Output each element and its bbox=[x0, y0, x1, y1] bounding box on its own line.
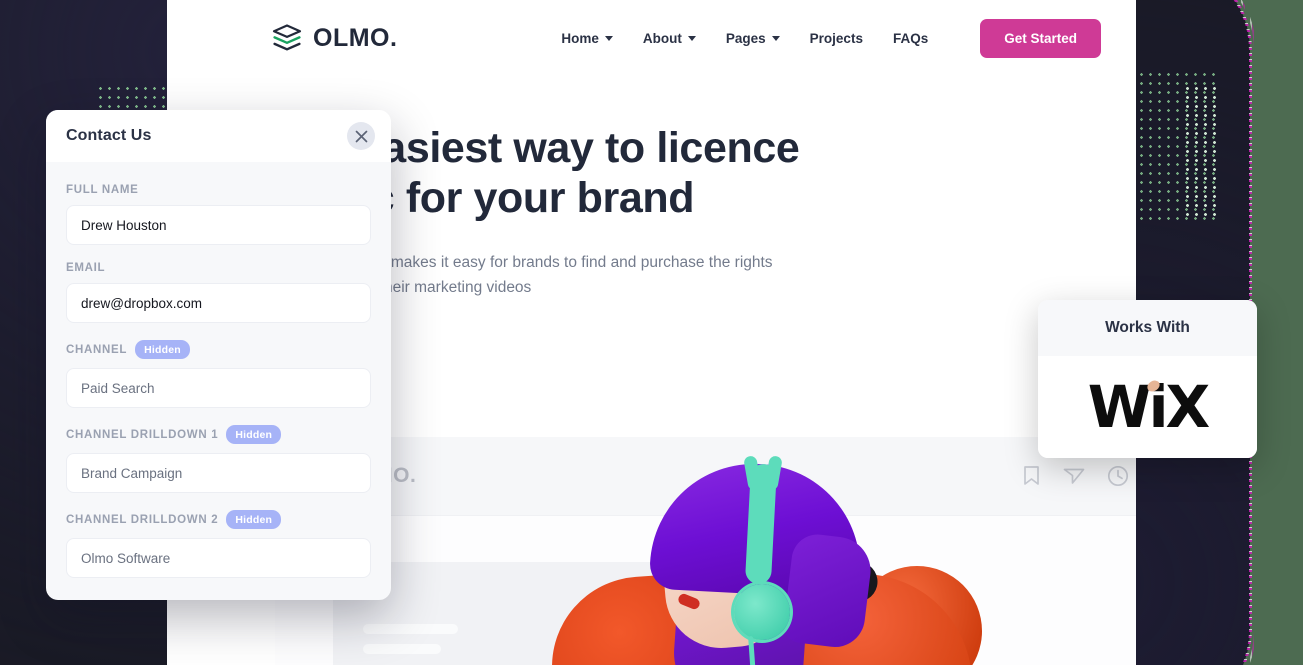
chevron-down-icon bbox=[604, 35, 613, 41]
mockup-placeholder-bar bbox=[363, 624, 458, 634]
nav-link-faqs[interactable]: FAQs bbox=[893, 31, 928, 46]
modal-title: Contact Us bbox=[66, 127, 152, 144]
full-name-label: FULL NAME bbox=[66, 184, 139, 196]
channel-drilldown-2-label: CHANNEL DRILLDOWN 2 bbox=[66, 513, 219, 526]
nav-link-about-label: About bbox=[642, 30, 682, 46]
field-label-row: CHANNEL DRILLDOWN 2 Hidden bbox=[66, 510, 371, 529]
full-name-input[interactable] bbox=[66, 205, 371, 245]
channel-input[interactable] bbox=[66, 368, 371, 408]
channel-label: CHANNEL bbox=[66, 343, 128, 356]
brand-name: OLMO. bbox=[313, 23, 398, 52]
bookmark-icon[interactable] bbox=[1022, 465, 1041, 486]
stacked-layers-icon bbox=[272, 24, 302, 51]
hidden-badge: Hidden bbox=[226, 510, 282, 529]
email-label: EMAIL bbox=[66, 262, 106, 274]
clock-icon[interactable] bbox=[1107, 465, 1129, 487]
nav-link-pages-label: Pages bbox=[725, 30, 766, 46]
nav-link-pages[interactable]: Pages bbox=[726, 31, 780, 46]
navbar: OLMO. Home About Pages Projects FAQs Get… bbox=[167, 0, 1136, 76]
close-icon bbox=[355, 130, 367, 142]
nav-link-home-label: Home bbox=[561, 30, 599, 46]
form-field-full-name: FULL NAME bbox=[66, 184, 371, 245]
channel-drilldown-1-label: CHANNEL DRILLDOWN 1 bbox=[66, 428, 219, 441]
send-icon[interactable] bbox=[1063, 465, 1085, 486]
hidden-badge: Hidden bbox=[226, 425, 282, 444]
channel-drilldown-2-input[interactable] bbox=[66, 538, 371, 578]
mockup-placeholder-bar bbox=[363, 644, 441, 654]
hidden-badge: Hidden bbox=[135, 340, 190, 359]
nav-link-home[interactable]: Home bbox=[561, 31, 613, 46]
photo-beanie-cuff bbox=[781, 531, 875, 651]
wix-logo: WiX bbox=[1088, 378, 1211, 436]
form-field-channel-drilldown-2: CHANNEL DRILLDOWN 2 Hidden bbox=[66, 510, 371, 578]
works-with-logo: WiX bbox=[1038, 356, 1257, 458]
modal-header: Contact Us bbox=[46, 110, 391, 162]
modal-body: FULL NAME EMAIL CHANNEL Hidden CHA bbox=[46, 162, 391, 600]
chevron-down-icon bbox=[687, 35, 696, 41]
brand-logo[interactable]: OLMO. bbox=[272, 24, 397, 53]
works-with-title: Works With bbox=[1038, 300, 1257, 356]
field-label-row: CHANNEL DRILLDOWN 1 Hidden bbox=[66, 425, 371, 444]
field-label-row: CHANNEL Hidden bbox=[66, 340, 371, 359]
mockup-toolbar-icons bbox=[1022, 465, 1129, 487]
channel-drilldown-1-input[interactable] bbox=[66, 453, 371, 493]
screenshot-stage: OLMO. Home About Pages Projects FAQs Get… bbox=[0, 0, 1303, 665]
hero-photo bbox=[545, 455, 982, 665]
form-field-channel: CHANNEL Hidden bbox=[66, 340, 371, 408]
field-label-row: FULL NAME bbox=[66, 184, 371, 196]
form-field-email: EMAIL bbox=[66, 262, 371, 323]
works-with-card: Works With WiX bbox=[1038, 300, 1257, 458]
email-input[interactable] bbox=[66, 283, 371, 323]
get-started-button[interactable]: Get Started bbox=[980, 18, 1101, 58]
nav-links: Home About Pages Projects FAQs Get Start… bbox=[561, 18, 1101, 58]
field-label-row: EMAIL bbox=[66, 262, 371, 274]
contact-us-modal: Contact Us FULL NAME EMAIL bbox=[46, 110, 391, 600]
nav-link-faqs-label: FAQs bbox=[892, 30, 929, 46]
nav-link-projects-label: Projects bbox=[809, 30, 863, 46]
chevron-down-icon bbox=[771, 35, 780, 41]
photo-headphone-cup bbox=[734, 584, 790, 640]
mockup-content bbox=[275, 455, 1136, 665]
modal-close-button[interactable] bbox=[347, 122, 375, 150]
browser-mockup: OLMO. bbox=[275, 437, 1136, 665]
nav-link-about[interactable]: About bbox=[643, 31, 696, 46]
nav-link-projects[interactable]: Projects bbox=[810, 31, 863, 46]
form-field-channel-drilldown-1: CHANNEL DRILLDOWN 1 Hidden bbox=[66, 425, 371, 493]
